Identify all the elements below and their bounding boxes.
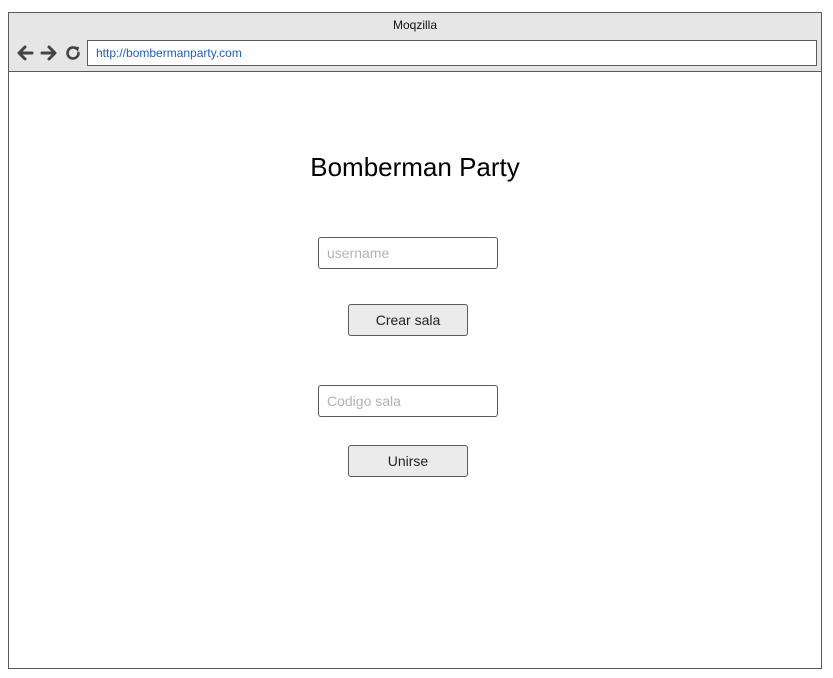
browser-chrome: Moqzilla http://bombermanparty.com bbox=[9, 13, 821, 72]
forward-button[interactable] bbox=[39, 43, 59, 63]
create-room-button[interactable]: Crear sala bbox=[348, 304, 468, 336]
back-button[interactable] bbox=[15, 43, 35, 63]
url-text: http://bombermanparty.com bbox=[96, 46, 242, 60]
room-code-input[interactable] bbox=[318, 385, 498, 417]
arrow-left-icon bbox=[17, 45, 34, 61]
username-input[interactable] bbox=[318, 237, 498, 269]
window-title: Moqzilla bbox=[392, 18, 437, 32]
page-title: Bomberman Party bbox=[310, 152, 520, 182]
browser-window: Moqzilla http://bombermanparty.com Bombe… bbox=[8, 12, 822, 669]
reload-icon bbox=[66, 46, 80, 60]
reload-button[interactable] bbox=[63, 43, 83, 63]
arrow-right-icon bbox=[40, 45, 57, 61]
address-bar[interactable]: http://bombermanparty.com bbox=[87, 40, 817, 66]
join-button[interactable]: Unirse bbox=[348, 445, 468, 477]
page-content: Bomberman Party Crear sala Unirse bbox=[9, 72, 821, 669]
